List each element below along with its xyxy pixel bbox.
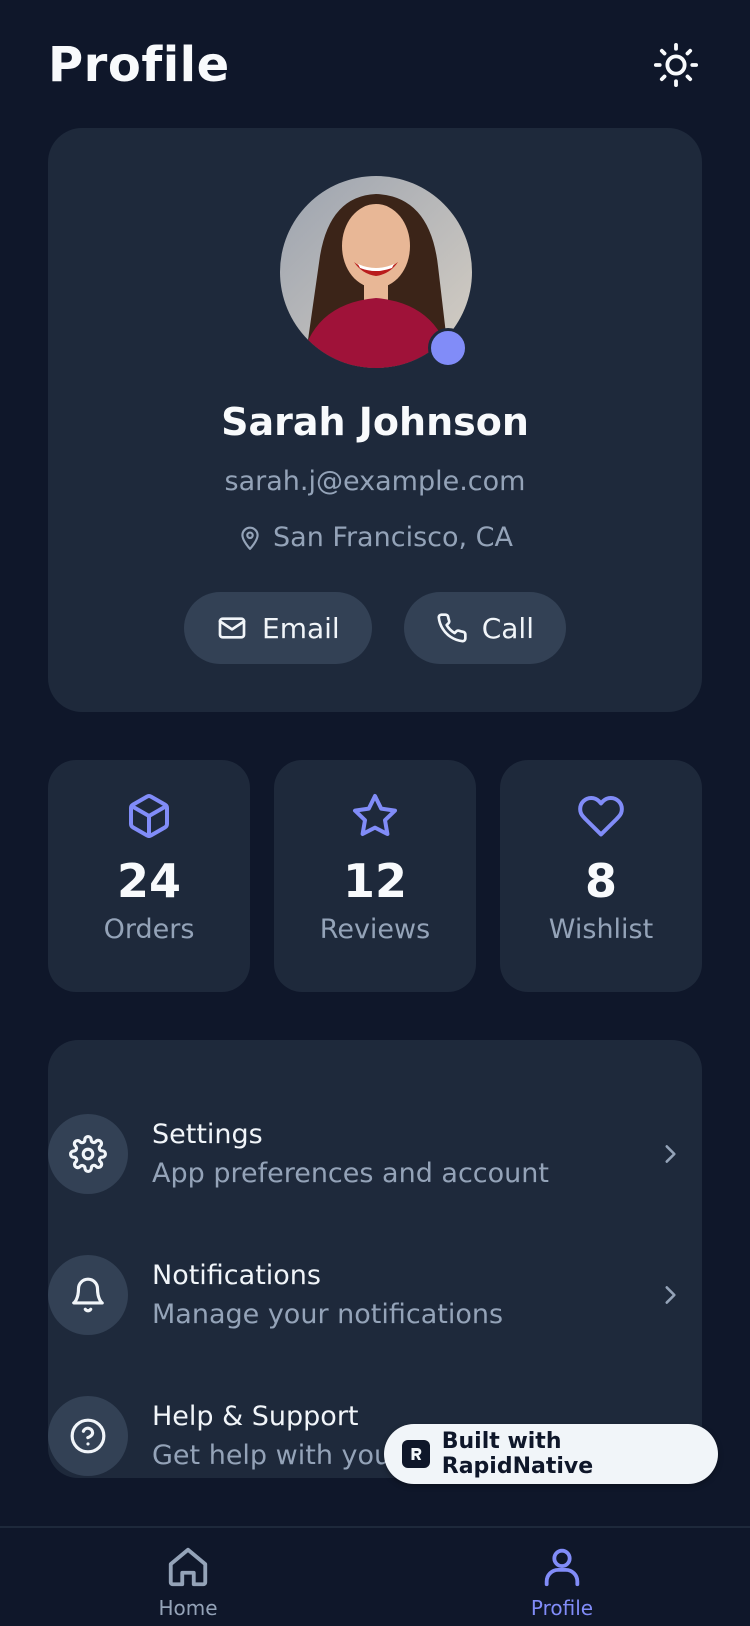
location-text: San Francisco, CA	[273, 522, 513, 553]
call-button[interactable]: Call	[403, 592, 566, 664]
menu-text: Notifications Manage your notifications	[152, 1260, 650, 1330]
profile-card: Sarah Johnson sarah.j@example.com San Fr…	[48, 128, 702, 712]
menu-list: Settings App preferences and account Not…	[48, 1040, 702, 1478]
menu-item-notifications[interactable]: Notifications Manage your notifications	[48, 1235, 702, 1355]
page-title: Profile	[48, 37, 230, 93]
menu-title: Notifications	[152, 1260, 321, 1291]
menu-title: Settings	[152, 1119, 263, 1150]
built-with-badge[interactable]: Built with RapidNative	[384, 1424, 718, 1484]
stat-label: Orders	[103, 914, 195, 945]
contact-actions: Email Call	[48, 592, 702, 664]
bottom-tab-bar: Home Profile	[0, 1526, 750, 1626]
header: Profile	[48, 28, 702, 102]
stat-card-wishlist[interactable]: 8 Wishlist	[500, 760, 702, 992]
bell-icon	[72, 1277, 104, 1313]
email-button[interactable]: Email	[184, 592, 372, 664]
email-button-label: Email	[262, 611, 340, 645]
stat-label: Wishlist	[548, 914, 654, 945]
menu-subtitle: Manage your notifications	[152, 1299, 504, 1330]
map-pin-icon	[241, 526, 259, 550]
online-status-dot	[428, 328, 468, 368]
menu-icon-container	[48, 1396, 128, 1476]
tab-profile[interactable]: Profile	[502, 1544, 622, 1620]
stat-card-reviews[interactable]: 12 Reviews	[274, 760, 476, 992]
badge-label: Built with RapidNative	[441, 1429, 594, 1479]
tab-home[interactable]: Home	[128, 1544, 248, 1620]
menu-text: Settings App preferences and account	[152, 1119, 650, 1189]
stat-value: 24	[116, 854, 181, 908]
menu-item-settings[interactable]: Settings App preferences and account	[48, 1094, 702, 1214]
stat-value: 8	[584, 854, 617, 908]
avatar-container	[280, 176, 472, 368]
sun-icon	[653, 42, 699, 88]
theme-toggle-button[interactable]	[650, 39, 702, 91]
chevron-right-icon	[650, 1282, 690, 1308]
mail-icon	[218, 617, 246, 639]
menu-subtitle: App preferences and account	[152, 1158, 549, 1189]
menu-icon-container	[48, 1255, 128, 1335]
rapidnative-logo-icon	[402, 1440, 430, 1468]
home-icon	[168, 1547, 208, 1587]
tab-label: Profile	[530, 1596, 594, 1620]
heart-icon	[578, 795, 624, 837]
user-icon	[544, 1548, 580, 1587]
tab-label: Home	[158, 1596, 218, 1620]
gear-icon	[69, 1135, 107, 1173]
stat-card-orders[interactable]: 24 Orders	[48, 760, 250, 992]
help-icon	[70, 1418, 106, 1454]
stat-label: Reviews	[319, 914, 431, 945]
user-name: Sarah Johnson	[221, 400, 529, 444]
stat-value: 12	[342, 854, 407, 908]
call-button-label: Call	[481, 611, 534, 645]
package-icon	[129, 794, 169, 838]
chevron-right-icon	[650, 1141, 690, 1167]
star-icon	[353, 794, 397, 836]
stats-row: 24 Orders 12 Reviews 8 Wishlist	[48, 760, 702, 992]
menu-icon-container	[48, 1114, 128, 1194]
phone-icon	[437, 613, 467, 643]
user-location: San Francisco, CA	[48, 522, 702, 553]
user-email: sarah.j@example.com	[224, 466, 526, 497]
